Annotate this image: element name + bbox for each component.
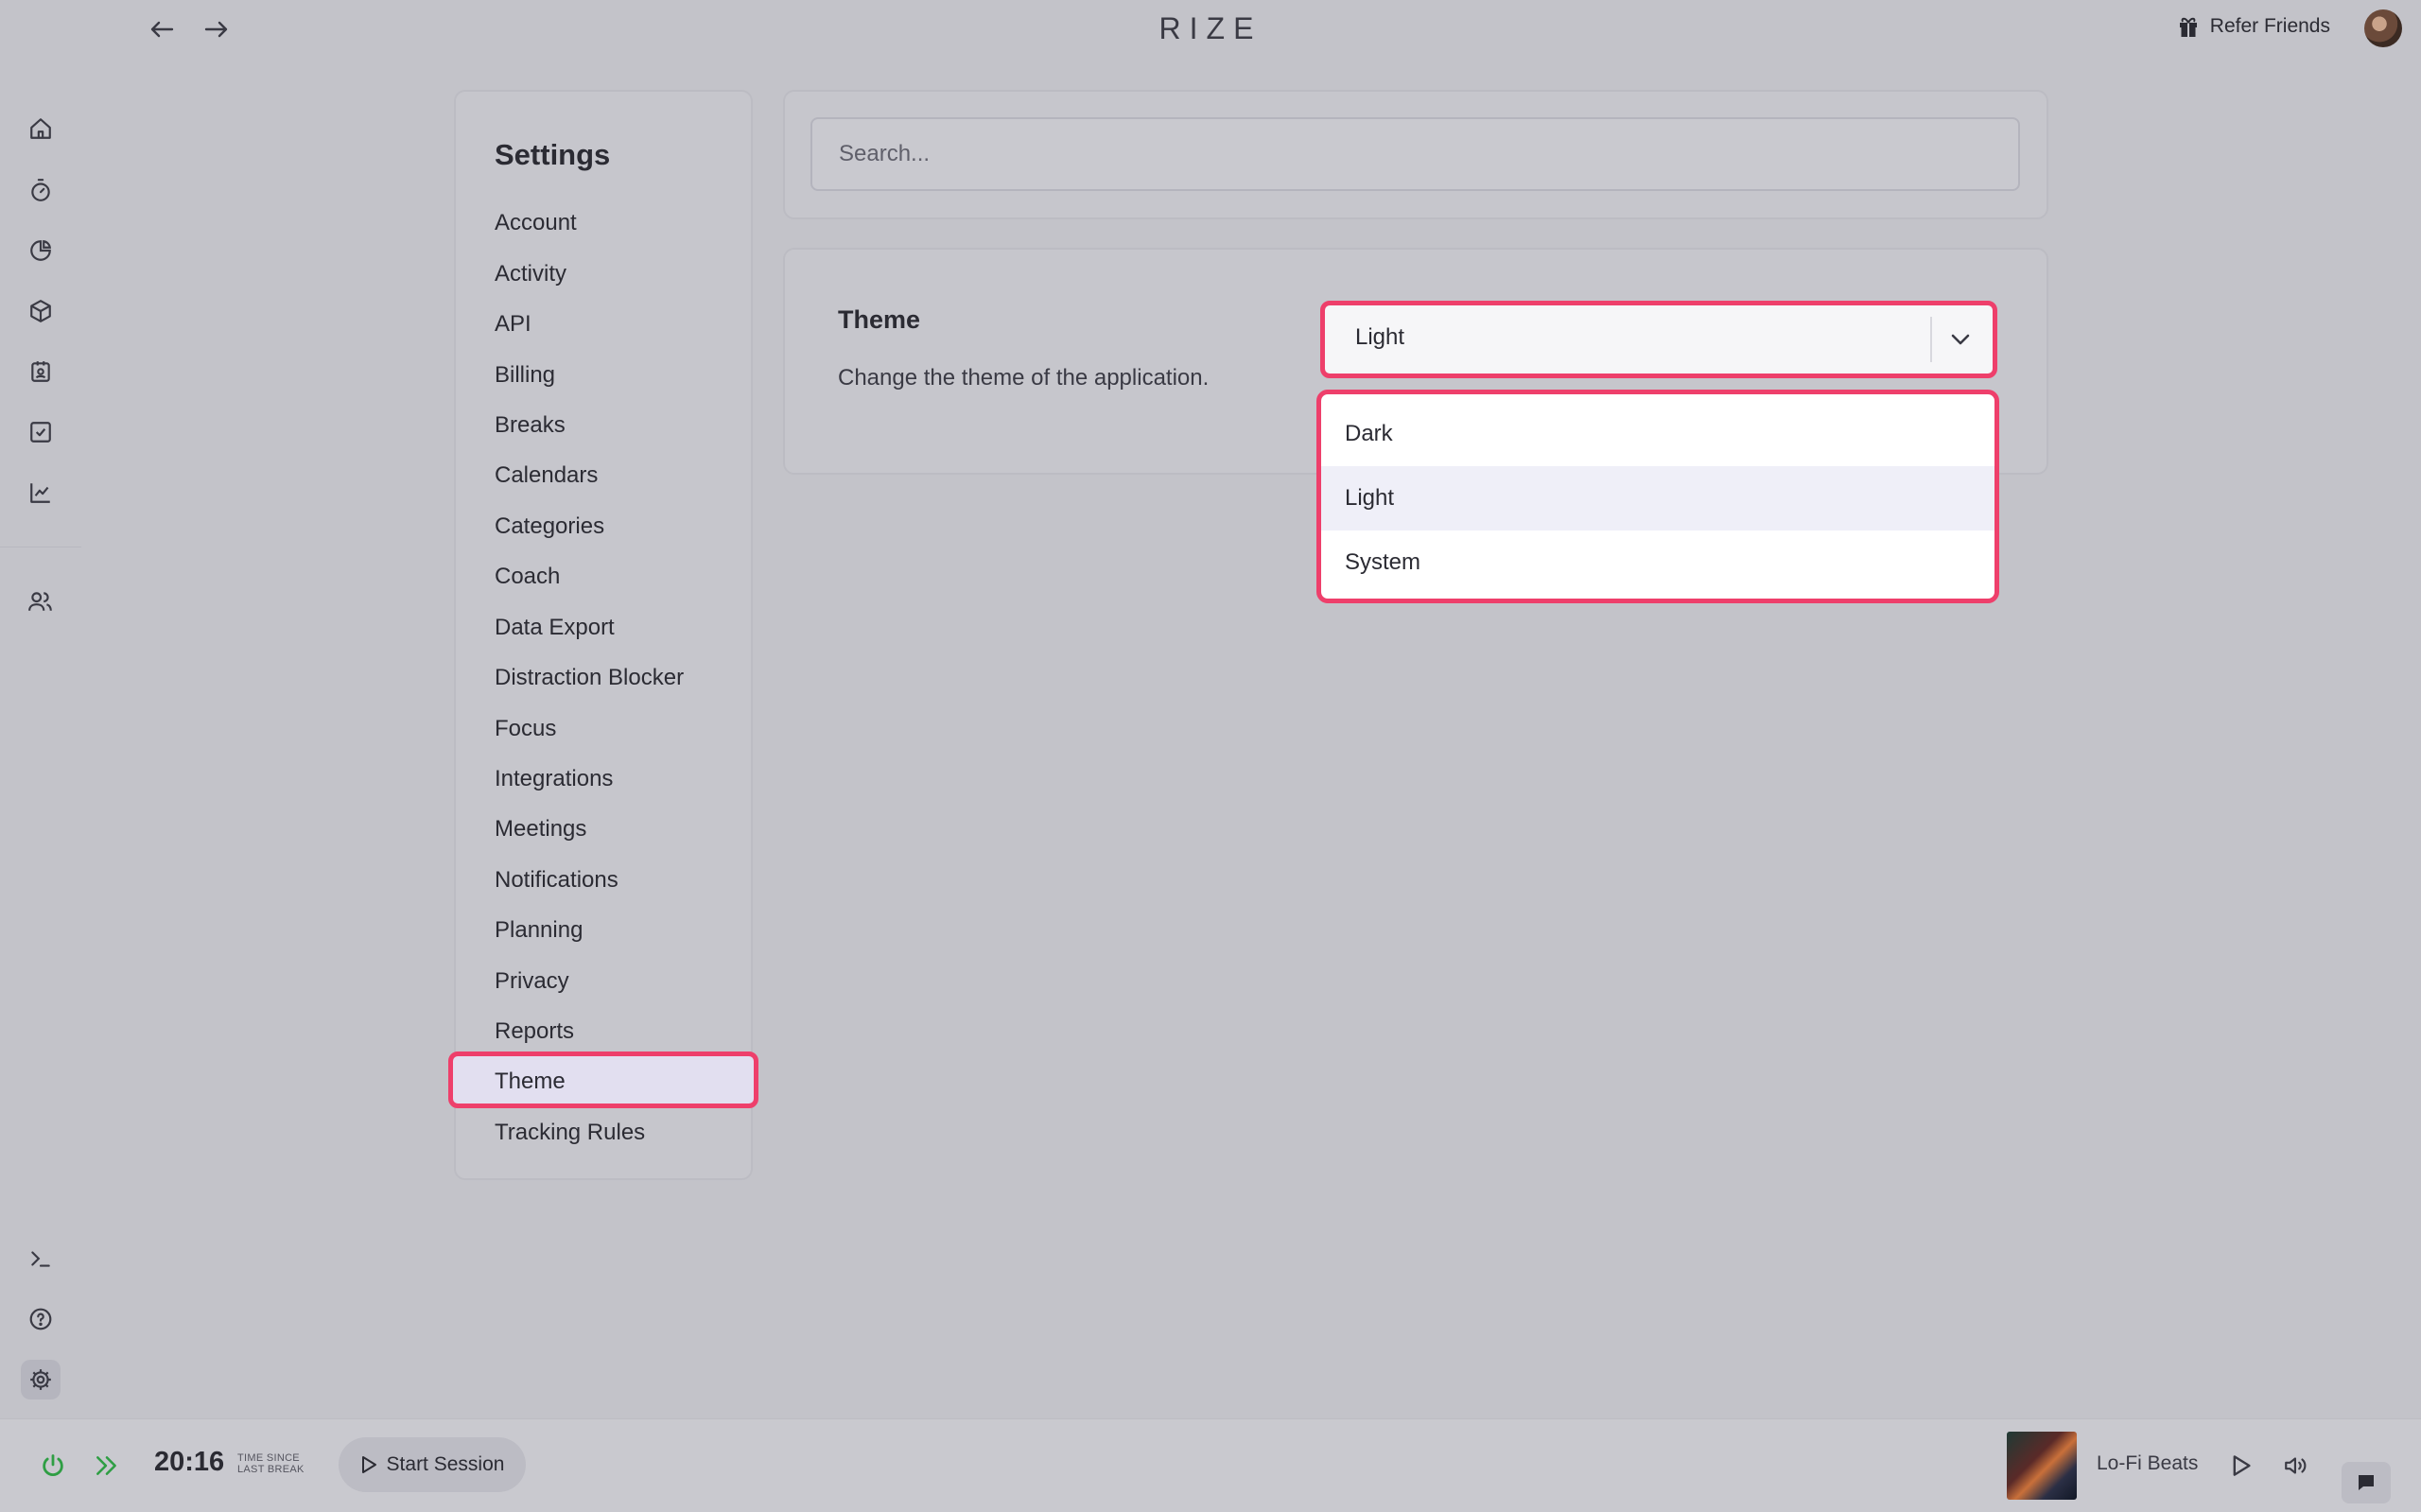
chat-icon bbox=[2356, 1472, 2377, 1493]
refer-friends-button[interactable]: Refer Friends bbox=[2178, 15, 2330, 38]
gift-icon bbox=[2178, 15, 2199, 38]
double-chevron-right-icon bbox=[94, 1454, 120, 1477]
cube-icon bbox=[28, 299, 53, 323]
rail-pie-chart[interactable] bbox=[21, 231, 61, 270]
rail-home[interactable] bbox=[21, 109, 61, 148]
rail-projects[interactable] bbox=[21, 291, 61, 331]
menu-item-theme[interactable]: Theme bbox=[495, 1068, 566, 1096]
theme-dropdown-menu: Dark Light System bbox=[1316, 390, 1999, 603]
menu-item-coach[interactable]: Coach bbox=[495, 563, 560, 591]
rail-tasks[interactable] bbox=[21, 412, 61, 452]
volume-icon bbox=[2283, 1453, 2309, 1478]
menu-item-activity[interactable]: Activity bbox=[495, 260, 566, 288]
play-icon bbox=[2231, 1454, 2252, 1477]
home-icon bbox=[28, 116, 53, 141]
rail-timer[interactable] bbox=[21, 170, 61, 210]
arrow-right-icon bbox=[204, 20, 229, 39]
theme-description: Change the theme of the application. bbox=[838, 365, 1210, 391]
menu-item-reports[interactable]: Reports bbox=[495, 1017, 574, 1046]
avatar[interactable] bbox=[2364, 9, 2402, 47]
menu-item-focus[interactable]: Focus bbox=[495, 715, 556, 743]
theme-option-light[interactable]: Light bbox=[1321, 466, 1994, 530]
checklist-icon bbox=[28, 420, 53, 444]
forward-button[interactable] bbox=[200, 13, 233, 45]
timer-icon bbox=[28, 178, 53, 202]
users-icon bbox=[27, 589, 54, 614]
refer-friends-label: Refer Friends bbox=[2209, 15, 2330, 37]
settings-title: Settings bbox=[495, 138, 611, 171]
break-timer: 20:16 bbox=[154, 1447, 225, 1477]
play-icon bbox=[360, 1455, 377, 1474]
menu-item-meetings[interactable]: Meetings bbox=[495, 815, 586, 843]
album-art bbox=[2007, 1432, 2077, 1500]
search-input[interactable] bbox=[810, 117, 2020, 191]
menu-item-billing[interactable]: Billing bbox=[495, 361, 555, 390]
app-logo: RIZE bbox=[1158, 11, 1263, 45]
pie-chart-icon bbox=[28, 238, 53, 263]
rail-team[interactable] bbox=[21, 582, 61, 621]
calendar-badge-icon bbox=[28, 359, 53, 384]
rail-help[interactable] bbox=[21, 1299, 61, 1339]
menu-item-categories[interactable]: Categories bbox=[495, 513, 604, 541]
rail-calendar[interactable] bbox=[21, 352, 61, 391]
track-name: Lo-Fi Beats bbox=[2097, 1452, 2199, 1474]
sidebar-rail bbox=[0, 0, 81, 1418]
theme-option-system[interactable]: System bbox=[1321, 530, 1994, 595]
menu-item-calendars[interactable]: Calendars bbox=[495, 461, 598, 490]
arrow-left-icon bbox=[149, 20, 174, 39]
terminal-icon bbox=[28, 1246, 53, 1271]
theme-select[interactable]: Light bbox=[1320, 301, 1997, 378]
menu-item-notifications[interactable]: Notifications bbox=[495, 866, 618, 895]
select-divider bbox=[1930, 317, 1932, 362]
menu-item-planning[interactable]: Planning bbox=[495, 916, 583, 945]
skip-button[interactable] bbox=[90, 1449, 124, 1483]
menu-item-privacy[interactable]: Privacy bbox=[495, 967, 569, 996]
menu-item-api[interactable]: API bbox=[495, 310, 531, 339]
menu-item-distraction-blocker[interactable]: Distraction Blocker bbox=[495, 664, 684, 692]
chevron-down-icon bbox=[1943, 322, 1977, 356]
power-button[interactable] bbox=[36, 1449, 70, 1483]
rail-settings[interactable] bbox=[21, 1360, 61, 1399]
theme-option-dark[interactable]: Dark bbox=[1321, 402, 1994, 466]
timer-label: TIME SINCE LAST BREAK bbox=[237, 1452, 305, 1475]
start-session-button[interactable]: Start Session bbox=[339, 1437, 526, 1492]
menu-item-account[interactable]: Account bbox=[495, 209, 577, 237]
power-icon bbox=[40, 1452, 66, 1479]
menu-item-data-export[interactable]: Data Export bbox=[495, 614, 615, 642]
gear-icon bbox=[28, 1367, 53, 1392]
back-button[interactable] bbox=[146, 13, 178, 45]
menu-item-integrations[interactable]: Integrations bbox=[495, 765, 613, 793]
volume-button[interactable] bbox=[2279, 1449, 2313, 1483]
theme-select-value: Light bbox=[1355, 324, 1405, 350]
rail-reports[interactable] bbox=[21, 473, 61, 513]
line-chart-icon bbox=[28, 480, 53, 505]
timer-label-line-2: LAST BREAK bbox=[237, 1464, 305, 1475]
rail-terminal[interactable] bbox=[21, 1239, 61, 1278]
chat-button[interactable] bbox=[2342, 1462, 2391, 1503]
menu-item-tracking-rules[interactable]: Tracking Rules bbox=[495, 1119, 645, 1147]
music-play-button[interactable] bbox=[2224, 1449, 2258, 1483]
help-icon bbox=[28, 1307, 53, 1331]
menu-item-breaks[interactable]: Breaks bbox=[495, 411, 566, 440]
timer-label-line-1: TIME SINCE bbox=[237, 1452, 300, 1464]
theme-title: Theme bbox=[838, 305, 921, 334]
start-session-label: Start Session bbox=[386, 1453, 505, 1475]
